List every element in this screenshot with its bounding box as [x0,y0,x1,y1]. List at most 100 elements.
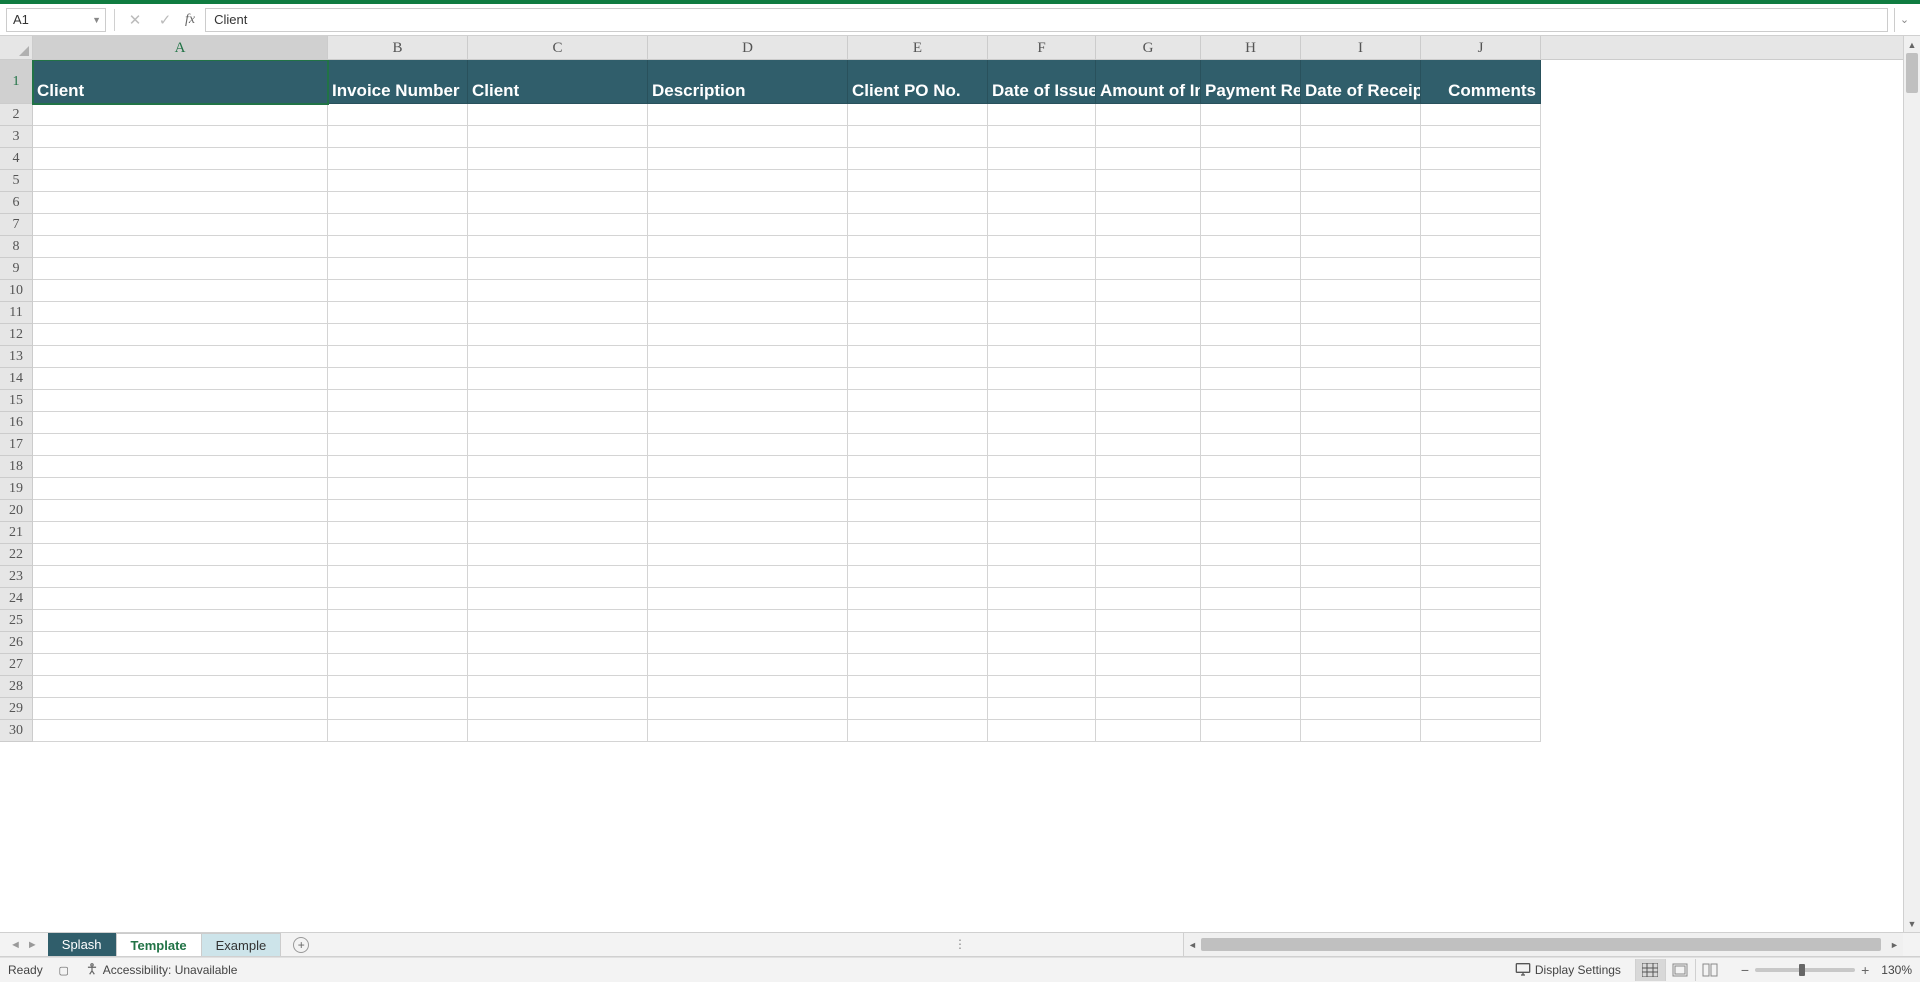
cell-B15[interactable] [328,390,468,412]
cell-E3[interactable] [848,126,988,148]
cell-H27[interactable] [1201,654,1301,676]
cell-D3[interactable] [648,126,848,148]
cell-E5[interactable] [848,170,988,192]
cell-H2[interactable] [1201,104,1301,126]
cell-A4[interactable] [33,148,328,170]
cell-C2[interactable] [468,104,648,126]
cell-I11[interactable] [1301,302,1421,324]
cell-E19[interactable] [848,478,988,500]
cell-F9[interactable] [988,258,1096,280]
cell-F24[interactable] [988,588,1096,610]
row-header[interactable]: 12 [0,324,33,346]
cell-B23[interactable] [328,566,468,588]
cell-D24[interactable] [648,588,848,610]
row-header[interactable]: 22 [0,544,33,566]
cell-A26[interactable] [33,632,328,654]
cell-D10[interactable] [648,280,848,302]
cell-J18[interactable] [1421,456,1541,478]
cell-H26[interactable] [1201,632,1301,654]
cell-A6[interactable] [33,192,328,214]
cell-F17[interactable] [988,434,1096,456]
cell-G26[interactable] [1096,632,1201,654]
cell-C26[interactable] [468,632,648,654]
cell-A25[interactable] [33,610,328,632]
cell-A8[interactable] [33,236,328,258]
cell-G16[interactable] [1096,412,1201,434]
cell-J27[interactable] [1421,654,1541,676]
cell-C27[interactable] [468,654,648,676]
row-header[interactable]: 23 [0,566,33,588]
cell-B24[interactable] [328,588,468,610]
vertical-scrollbar[interactable]: ▲ ▼ [1903,36,1920,932]
cell-J26[interactable] [1421,632,1541,654]
cell-J2[interactable] [1421,104,1541,126]
cell-D13[interactable] [648,346,848,368]
cell-I6[interactable] [1301,192,1421,214]
cell-I23[interactable] [1301,566,1421,588]
cell-B1[interactable]: Invoice Number [328,60,468,104]
cell-F28[interactable] [988,676,1096,698]
cell-B28[interactable] [328,676,468,698]
cell-J15[interactable] [1421,390,1541,412]
cell-I13[interactable] [1301,346,1421,368]
cell-H25[interactable] [1201,610,1301,632]
cell-F10[interactable] [988,280,1096,302]
zoom-slider-thumb[interactable] [1799,964,1805,976]
cell-J9[interactable] [1421,258,1541,280]
cell-D27[interactable] [648,654,848,676]
scroll-up-button[interactable]: ▲ [1904,36,1920,53]
cell-E7[interactable] [848,214,988,236]
cell-D16[interactable] [648,412,848,434]
sheet-tab-example[interactable]: Example [202,933,282,956]
cell-A19[interactable] [33,478,328,500]
cell-C30[interactable] [468,720,648,742]
cell-C17[interactable] [468,434,648,456]
cell-G20[interactable] [1096,500,1201,522]
cell-E1[interactable]: Client PO No. [848,60,988,104]
cell-H30[interactable] [1201,720,1301,742]
cell-D15[interactable] [648,390,848,412]
cell-F19[interactable] [988,478,1096,500]
cell-F12[interactable] [988,324,1096,346]
sheet-tab-template[interactable]: Template [117,933,202,956]
cell-H28[interactable] [1201,676,1301,698]
cell-G25[interactable] [1096,610,1201,632]
cell-C14[interactable] [468,368,648,390]
cell-C4[interactable] [468,148,648,170]
cell-A10[interactable] [33,280,328,302]
cell-B11[interactable] [328,302,468,324]
row-header[interactable]: 15 [0,390,33,412]
cell-F13[interactable] [988,346,1096,368]
cell-A29[interactable] [33,698,328,720]
cell-I22[interactable] [1301,544,1421,566]
row-header[interactable]: 13 [0,346,33,368]
row-header[interactable]: 14 [0,368,33,390]
column-header-E[interactable]: E [848,36,988,59]
cell-E29[interactable] [848,698,988,720]
cell-E21[interactable] [848,522,988,544]
cell-G24[interactable] [1096,588,1201,610]
cell-H1[interactable]: Payment Received [1201,60,1301,104]
horizontal-scrollbar[interactable]: ◄ ► [1183,933,1903,956]
cell-E14[interactable] [848,368,988,390]
cell-B22[interactable] [328,544,468,566]
cell-C10[interactable] [468,280,648,302]
cell-I29[interactable] [1301,698,1421,720]
cell-A1[interactable]: Client [33,60,328,104]
cell-F8[interactable] [988,236,1096,258]
cell-B14[interactable] [328,368,468,390]
cell-B12[interactable] [328,324,468,346]
cell-J10[interactable] [1421,280,1541,302]
cell-E15[interactable] [848,390,988,412]
cell-B19[interactable] [328,478,468,500]
cell-F2[interactable] [988,104,1096,126]
cell-I25[interactable] [1301,610,1421,632]
display-settings-button[interactable]: Display Settings [1515,962,1621,979]
cell-D29[interactable] [648,698,848,720]
row-header[interactable]: 4 [0,148,33,170]
cell-G6[interactable] [1096,192,1201,214]
cell-I26[interactable] [1301,632,1421,654]
cell-C25[interactable] [468,610,648,632]
cell-G27[interactable] [1096,654,1201,676]
row-header[interactable]: 25 [0,610,33,632]
